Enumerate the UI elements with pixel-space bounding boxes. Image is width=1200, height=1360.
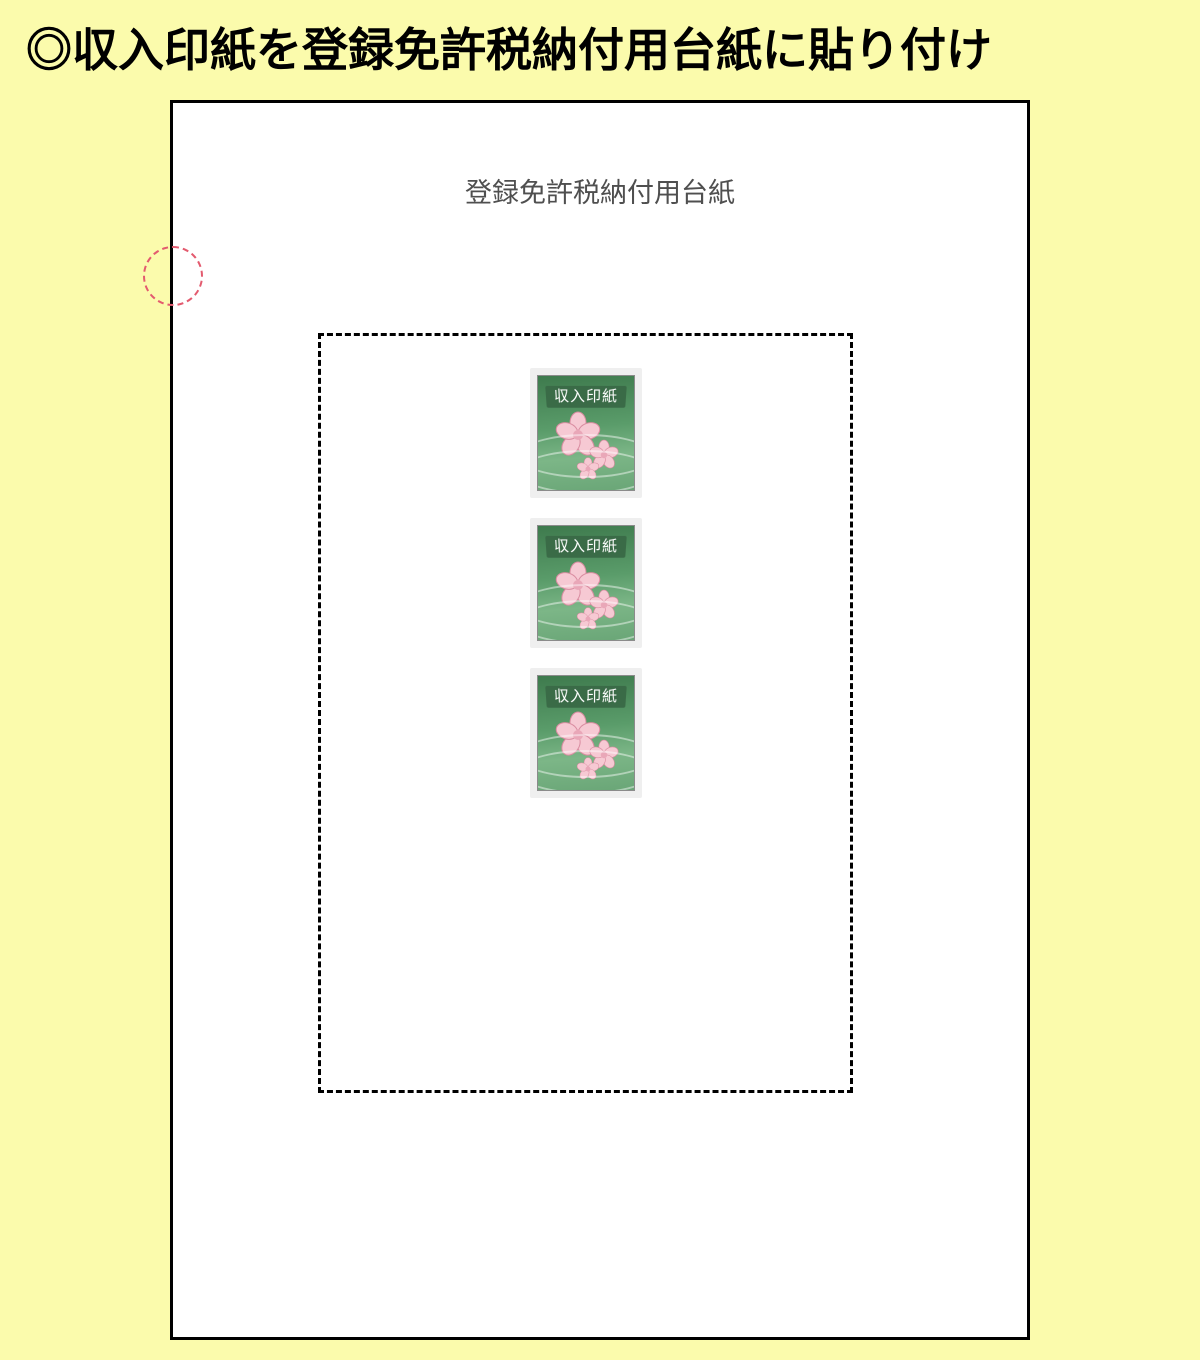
paste-area: 収入印紙 (318, 333, 853, 1093)
stamp-column: 収入印紙 (530, 368, 642, 798)
page-title: ◎収入印紙を登録免許税納付用台紙に貼り付け (0, 0, 1200, 80)
stamp-face: 収入印紙 (537, 375, 635, 491)
stamp-label: 収入印紙 (545, 386, 627, 408)
stamp-face: 収入印紙 (537, 525, 635, 641)
binding-notch (143, 246, 203, 306)
revenue-stamp: 収入印紙 (530, 518, 642, 648)
wave-decoration (537, 450, 635, 491)
stamp-label: 収入印紙 (545, 686, 627, 708)
revenue-stamp: 収入印紙 (530, 368, 642, 498)
wave-decoration (537, 600, 635, 641)
wave-decoration (537, 750, 635, 791)
paper-header: 登録免許税納付用台紙 (173, 171, 1027, 210)
stamp-label: 収入印紙 (545, 536, 627, 558)
revenue-stamp: 収入印紙 (530, 668, 642, 798)
stamp-face: 収入印紙 (537, 675, 635, 791)
document-paper: 登録免許税納付用台紙 収入印紙 (170, 100, 1030, 1340)
